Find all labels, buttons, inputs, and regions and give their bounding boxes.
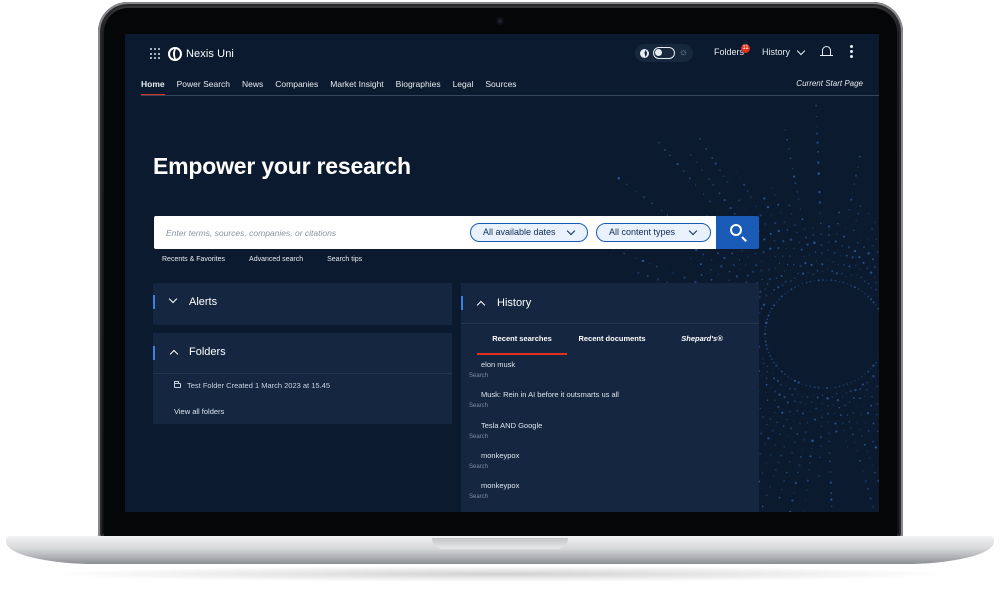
history-item[interactable]: Musk: Rein in AI before it outsmarts us … (467, 390, 753, 420)
search-button[interactable] (716, 216, 759, 249)
main-nav: Home Power Search News Companies Market Insi… (141, 78, 529, 96)
folders-count-badge: 11 (741, 44, 750, 53)
laptop-shadow (40, 566, 960, 582)
camera-icon (496, 17, 504, 25)
folders-link[interactable]: Folders (714, 47, 744, 57)
advanced-search-link[interactable]: Advanced search (249, 256, 303, 263)
moon-icon (640, 49, 649, 58)
nav-item-legal[interactable]: Legal (453, 78, 474, 96)
view-all-folders-link[interactable]: View all folders (174, 407, 224, 416)
chevron-up-icon[interactable] (476, 300, 486, 310)
nav-item-biographies[interactable]: Biographies (396, 78, 441, 96)
folder-item-label: Test Folder Created 1 March 2023 at 15.4… (187, 381, 330, 390)
history-tabs: Recent searches Recent documents Shepard… (477, 333, 747, 355)
content-type-label: All content types (609, 227, 676, 237)
nav-item-sources[interactable]: Sources (485, 78, 516, 96)
tab-recent-searches[interactable]: Recent searches (477, 333, 567, 355)
history-title[interactable]: History (497, 297, 531, 309)
bell-icon[interactable] (820, 46, 833, 57)
history-item-type: Search (469, 433, 489, 440)
alerts-panel: Alerts (153, 283, 452, 325)
history-item-type: Search (469, 373, 489, 379)
history-item-term[interactable]: Tesla AND Google (481, 421, 542, 430)
chevron-down-icon[interactable] (796, 46, 806, 56)
date-filter-dropdown[interactable]: All available dates (470, 223, 588, 242)
laptop-base-notch (432, 538, 568, 549)
history-menu[interactable]: History (762, 47, 790, 57)
chevron-down-icon[interactable] (168, 294, 178, 304)
nav-divider (141, 95, 879, 96)
chevron-up-icon[interactable] (169, 349, 179, 359)
folders-title[interactable]: Folders (189, 346, 226, 358)
history-panel: History Recent searches Recent documents… (461, 283, 759, 512)
page-title: Empower your research (153, 153, 411, 179)
sun-icon: ☼ (678, 47, 688, 58)
app-name: Nexis Uni (186, 48, 234, 60)
theme-switch[interactable] (652, 47, 675, 59)
content-type-dropdown[interactable]: All content types (596, 223, 711, 242)
nav-item-home[interactable]: Home (141, 78, 165, 96)
app-grid-icon[interactable] (150, 48, 162, 60)
tab-recent-documents[interactable]: Recent documents (567, 333, 657, 355)
more-vertical-icon[interactable] (850, 45, 853, 58)
search-tips-link[interactable]: Search tips (327, 256, 362, 263)
current-start-page-link[interactable]: Current Start Page (796, 79, 863, 88)
history-list: elon musk Search Musk: Rein in AI before i… (467, 360, 753, 511)
alerts-title[interactable]: Alerts (189, 296, 217, 308)
theme-toggle[interactable]: ☼ (635, 44, 693, 62)
search-input[interactable] (166, 225, 456, 240)
nav-item-power-search[interactable]: Power Search (177, 78, 230, 96)
nav-item-market-insight[interactable]: Market Insight (330, 78, 383, 96)
panel-divider (461, 323, 759, 324)
history-item-term[interactable]: Musk: Rein in AI before it outsmarts us … (481, 390, 619, 399)
search-bar: All available dates All content types (154, 216, 716, 249)
recents-favorites-link[interactable]: Recents & Favorites (162, 256, 225, 263)
search-icon (730, 224, 742, 236)
history-item-type: Search (469, 494, 489, 501)
history-item[interactable]: monkeypox Search (467, 451, 753, 481)
chevron-down-icon (688, 226, 698, 236)
history-item-type: Search (469, 463, 489, 470)
panel-divider (153, 373, 452, 374)
chevron-down-icon (566, 226, 576, 236)
nav-item-companies[interactable]: Companies (275, 78, 318, 96)
folders-panel: Folders Test Folder Created 1 March 2023… (153, 333, 452, 424)
nexis-logo[interactable]: Nexis Uni (168, 45, 234, 63)
panel-accent-bar (153, 346, 155, 360)
history-item-term[interactable]: monkeypox (481, 451, 519, 460)
history-item-type: Search (469, 403, 489, 410)
search-sub-links: Recents & Favorites Advanced search Sear… (162, 256, 386, 263)
history-item-term[interactable]: monkeypox (481, 481, 519, 490)
history-item[interactable]: Tesla AND Google Search (467, 421, 753, 451)
history-item-term[interactable]: elon musk (481, 360, 515, 369)
tab-shepards[interactable]: Shepard's® (657, 333, 747, 355)
nexis-logo-icon (168, 47, 182, 61)
history-item[interactable]: monkeypox Search (467, 481, 753, 511)
nav-item-news[interactable]: News (242, 78, 263, 96)
date-filter-label: All available dates (483, 227, 556, 237)
top-bar: Nexis Uni ☼ Folders 11 History (125, 34, 879, 74)
folder-item[interactable]: Test Folder Created 1 March 2023 at 15.4… (174, 381, 330, 390)
folder-icon (174, 381, 181, 388)
history-item[interactable]: elon musk Search (467, 360, 753, 390)
panel-accent-bar (153, 295, 155, 309)
panel-accent-bar (461, 296, 463, 310)
app-screen: Nexis Uni ☼ Folders 11 History Home Power… (125, 34, 879, 512)
